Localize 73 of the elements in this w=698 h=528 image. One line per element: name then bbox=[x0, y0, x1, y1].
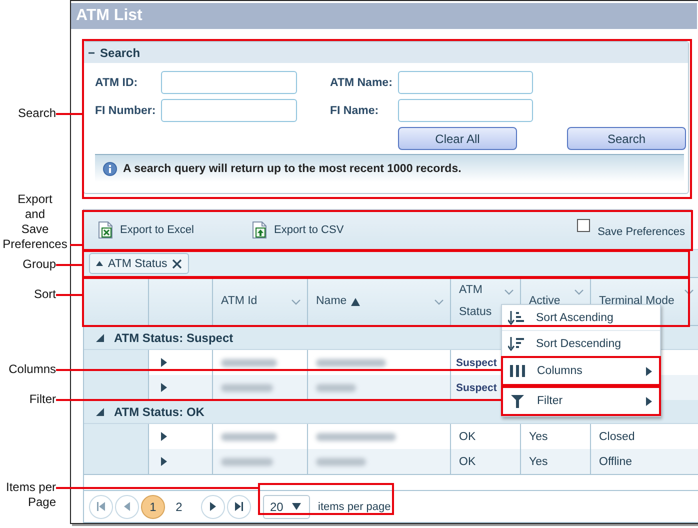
chevron-down-icon[interactable] bbox=[684, 289, 694, 295]
table-cell: Yes bbox=[521, 449, 591, 474]
input-field[interactable] bbox=[161, 99, 297, 122]
triangle-left-icon bbox=[124, 502, 130, 511]
column-header[interactable]: ATM Id bbox=[213, 278, 308, 325]
search-button[interactable]: Search bbox=[567, 127, 686, 150]
callout-label: Group bbox=[22, 257, 56, 272]
sort-descending-icon bbox=[508, 336, 526, 350]
skip-forward-icon bbox=[235, 502, 243, 511]
search-title: Search bbox=[100, 46, 140, 60]
export-button[interactable]: Export to Excel bbox=[98, 220, 194, 238]
search-header[interactable]: − Search bbox=[84, 42, 688, 63]
field-label: FI Number: bbox=[95, 104, 157, 116]
leader-line bbox=[70, 244, 82, 246]
callout-label: Items per Page bbox=[4, 480, 56, 510]
callout-label: Columns bbox=[8, 362, 56, 377]
callout-label: Search bbox=[16, 106, 56, 121]
expand-triangle-icon[interactable] bbox=[96, 334, 104, 342]
field-label: ATM Name: bbox=[330, 76, 394, 88]
sort-ascending-icon bbox=[508, 310, 526, 324]
table-cell: Offline bbox=[591, 449, 698, 474]
input-field[interactable] bbox=[398, 99, 533, 122]
next-page-button[interactable] bbox=[201, 494, 225, 518]
input-field[interactable] bbox=[161, 71, 297, 94]
field-label: ATM ID: bbox=[95, 76, 139, 88]
chevron-down-icon[interactable] bbox=[434, 298, 444, 304]
export-button[interactable]: Export to CSV bbox=[252, 220, 344, 238]
leader-line bbox=[56, 294, 82, 296]
callout-label: Filter bbox=[28, 392, 56, 407]
menu-item[interactable]: Filter bbox=[501, 386, 661, 416]
field-label: FI Name: bbox=[330, 104, 380, 116]
page-button[interactable]: 1 bbox=[141, 494, 165, 518]
info-text: A search query will return up to the most recent 1000 records. bbox=[123, 162, 462, 174]
dropdown-arrow-icon bbox=[292, 503, 301, 510]
skip-back-icon bbox=[97, 502, 105, 511]
file-arrow-icon bbox=[252, 220, 268, 238]
search-button[interactable]: Clear All bbox=[398, 127, 517, 150]
chevron-down-icon[interactable] bbox=[504, 289, 514, 295]
menu-item[interactable]: Columns bbox=[501, 356, 661, 386]
last-page-button[interactable] bbox=[227, 494, 251, 518]
callout-label: Sort bbox=[32, 287, 56, 302]
collapse-toggle[interactable]: − bbox=[88, 46, 96, 60]
menu-item[interactable]: Sort Descending bbox=[502, 330, 660, 356]
page-size-dropdown[interactable]: 20 bbox=[263, 494, 310, 518]
filter-icon bbox=[509, 394, 527, 408]
caret-icon[interactable] bbox=[161, 383, 167, 392]
chevron-down-icon[interactable] bbox=[291, 298, 301, 304]
column-header[interactable]: Name bbox=[308, 278, 451, 325]
leader-line bbox=[56, 264, 82, 266]
blurred-text bbox=[316, 358, 386, 366]
page-size-label: items per page bbox=[318, 500, 391, 512]
triangle-right-icon bbox=[210, 502, 216, 511]
spreadsheet-file-icon bbox=[98, 220, 114, 238]
caret-icon[interactable] bbox=[161, 457, 167, 466]
caret-icon[interactable] bbox=[161, 432, 167, 441]
table-cell: OK bbox=[451, 449, 521, 474]
save-preferences-checkbox[interactable]: Save Preferences bbox=[576, 219, 685, 240]
sort-triangle-icon[interactable] bbox=[96, 261, 103, 266]
previous-page-button[interactable] bbox=[115, 494, 139, 518]
blurred-text bbox=[316, 458, 366, 466]
caret-icon[interactable] bbox=[161, 358, 167, 367]
columns-icon bbox=[509, 364, 527, 378]
callout-label: Export and Save Preferences bbox=[2, 192, 68, 252]
chevron-down-icon[interactable] bbox=[574, 289, 584, 295]
blurred-text bbox=[316, 384, 356, 392]
info-icon bbox=[103, 162, 117, 176]
group-chip[interactable]: ATM Status bbox=[89, 253, 190, 274]
first-page-button[interactable] bbox=[89, 494, 113, 518]
leader-line bbox=[56, 113, 82, 115]
close-icon[interactable] bbox=[172, 258, 182, 268]
window-title: ATM List bbox=[71, 3, 697, 29]
expand-triangle-icon[interactable] bbox=[96, 408, 104, 416]
input-field[interactable] bbox=[398, 71, 533, 94]
